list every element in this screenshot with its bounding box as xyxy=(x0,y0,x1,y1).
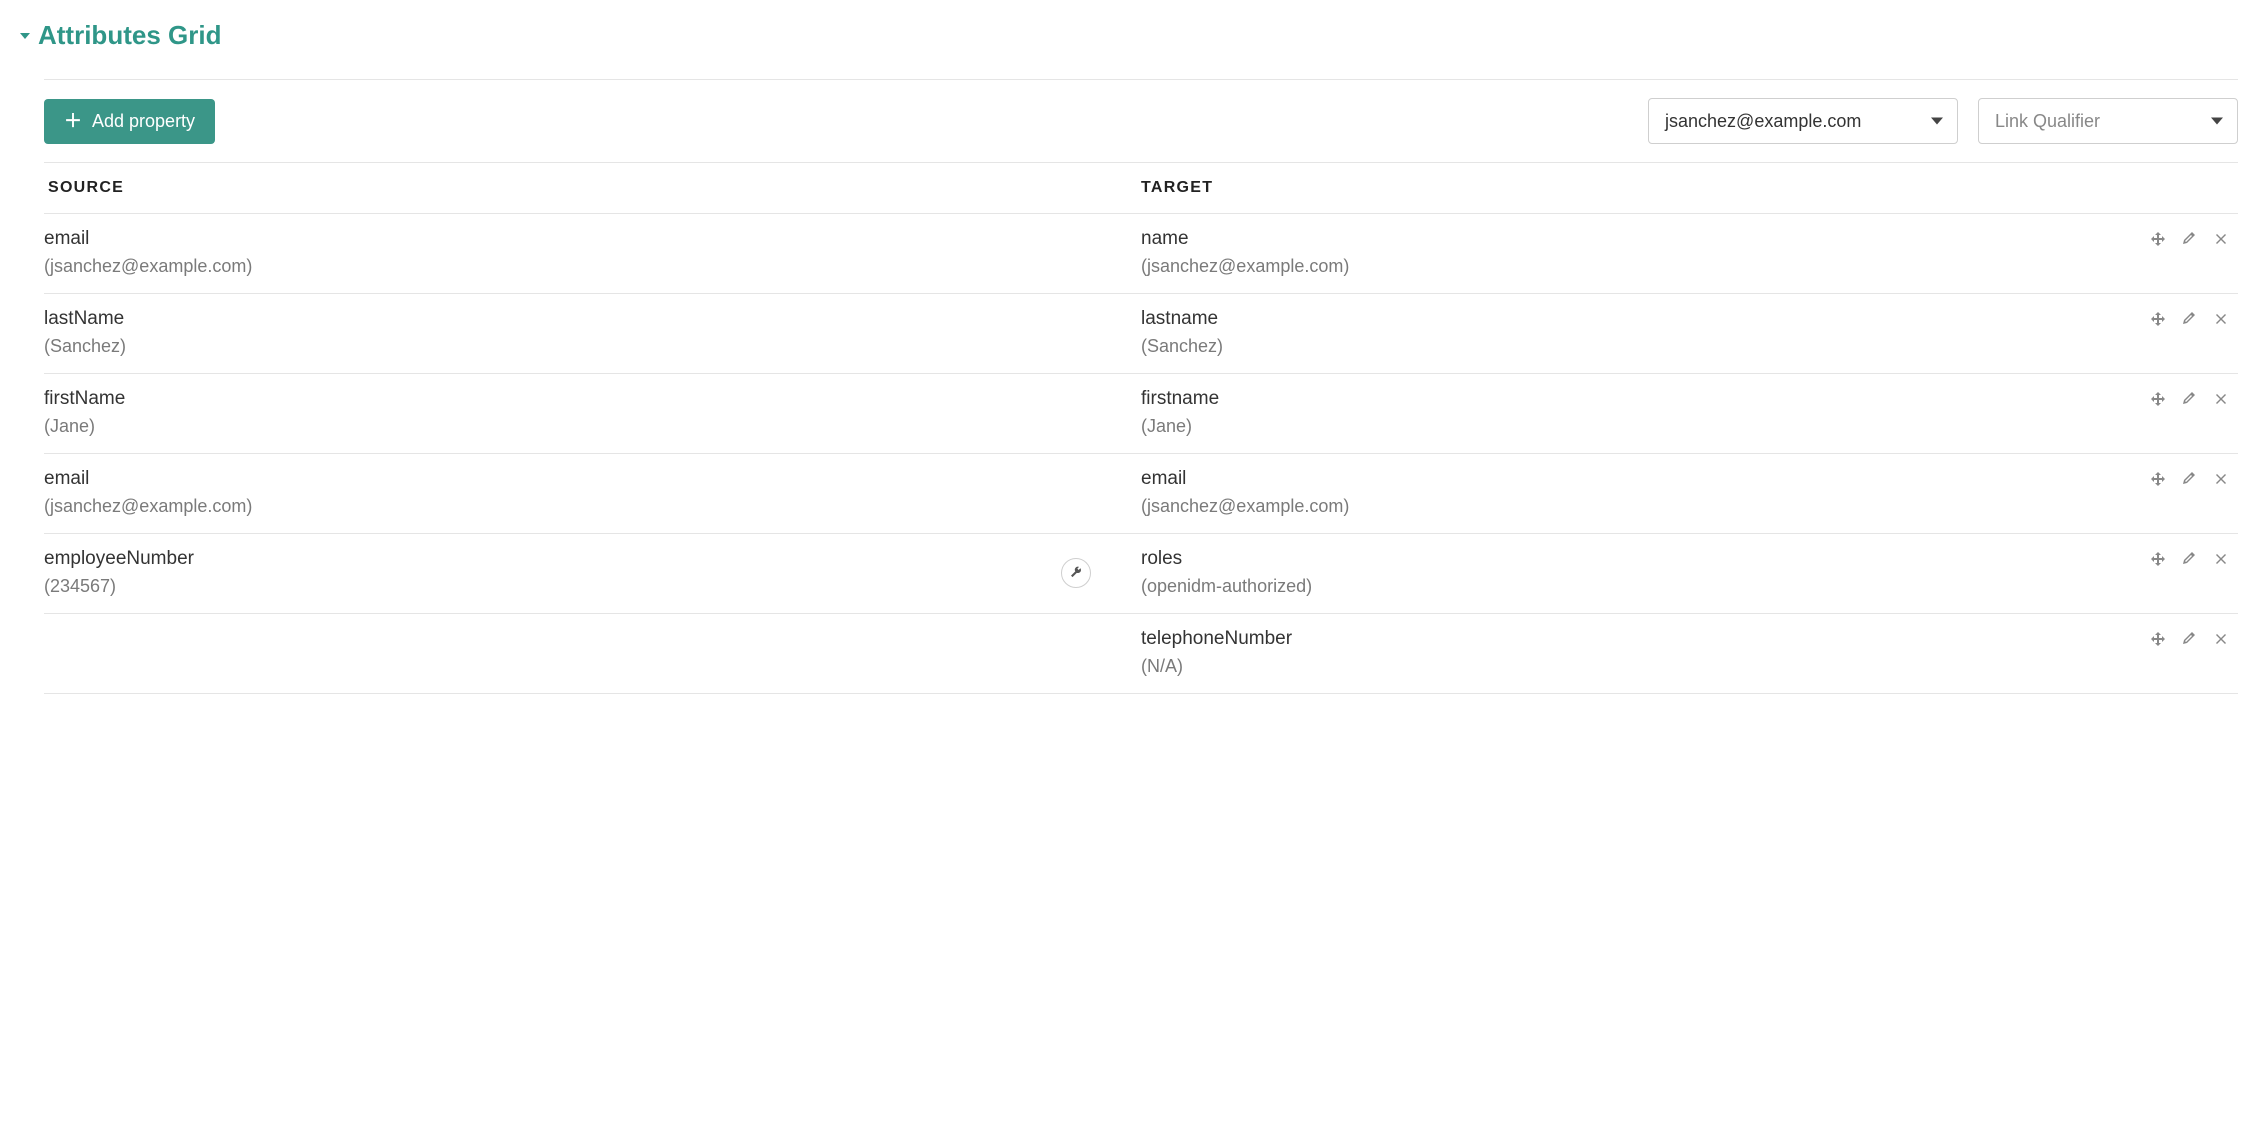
delete-button[interactable] xyxy=(2212,550,2230,568)
pencil-icon xyxy=(2181,231,2197,247)
target-attr-value: (Sanchez) xyxy=(1141,336,2062,357)
caret-down-icon xyxy=(20,33,30,39)
target-attr-value: (openidm-authorized) xyxy=(1141,576,2062,597)
pencil-icon xyxy=(2181,631,2197,647)
link-qualifier-select[interactable]: Link Qualifier xyxy=(1978,98,2238,144)
edit-button[interactable] xyxy=(2180,390,2198,408)
edit-button[interactable] xyxy=(2180,310,2198,328)
source-attr-name: lastName xyxy=(44,308,1141,330)
source-attr-value: (jsanchez@example.com) xyxy=(44,496,1141,517)
target-attr-value: (jsanchez@example.com) xyxy=(1141,256,2062,277)
move-icon xyxy=(2149,551,2165,567)
move-icon xyxy=(2149,391,2165,407)
target-attr-name: email xyxy=(1141,468,2062,490)
target-attr-name: firstname xyxy=(1141,388,2062,410)
table-row[interactable]: email(jsanchez@example.com)name(jsanchez… xyxy=(44,214,2238,294)
reorder-button[interactable] xyxy=(2148,390,2166,408)
pencil-icon xyxy=(2181,551,2197,567)
close-icon xyxy=(2213,311,2229,327)
source-attr-name: email xyxy=(44,468,1141,490)
add-property-button[interactable]: ＋ Add property xyxy=(44,99,215,144)
close-icon xyxy=(2213,471,2229,487)
delete-button[interactable] xyxy=(2212,470,2230,488)
target-attr-name: telephoneNumber xyxy=(1141,628,2062,650)
pencil-icon xyxy=(2181,471,2197,487)
plus-icon: ＋ xyxy=(64,112,82,130)
move-icon xyxy=(2149,231,2165,247)
table-row[interactable]: telephoneNumber (N/A) xyxy=(44,614,2238,694)
target-attr-value: (N/A) xyxy=(1141,656,2062,677)
chevron-down-icon xyxy=(2211,118,2223,125)
delete-button[interactable] xyxy=(2212,630,2230,648)
reorder-button[interactable] xyxy=(2148,630,2166,648)
section-toggle[interactable]: Attributes Grid xyxy=(20,20,2238,51)
table-row[interactable]: lastName(Sanchez)lastname(Sanchez) xyxy=(44,294,2238,374)
source-attr-name: firstName xyxy=(44,388,1141,410)
user-select-value: jsanchez@example.com xyxy=(1665,111,1861,132)
add-property-label: Add property xyxy=(92,111,195,132)
chevron-down-icon xyxy=(1931,118,1943,125)
reorder-button[interactable] xyxy=(2148,310,2166,328)
close-icon xyxy=(2213,551,2229,567)
close-icon xyxy=(2213,631,2229,647)
target-attr-value: (Jane) xyxy=(1141,416,2062,437)
delete-button[interactable] xyxy=(2212,310,2230,328)
source-attr-name: email xyxy=(44,228,1141,250)
pencil-icon xyxy=(2181,311,2197,327)
header-source: Source xyxy=(44,179,1141,197)
move-icon xyxy=(2149,471,2165,487)
pencil-icon xyxy=(2181,391,2197,407)
edit-button[interactable] xyxy=(2180,550,2198,568)
reorder-button[interactable] xyxy=(2148,230,2166,248)
source-attr-value: (Jane) xyxy=(44,416,1141,437)
target-attr-value: (jsanchez@example.com) xyxy=(1141,496,2062,517)
reorder-button[interactable] xyxy=(2148,470,2166,488)
move-icon xyxy=(2149,311,2165,327)
source-attr-name: employeeNumber xyxy=(44,548,1061,570)
target-attr-name: lastname xyxy=(1141,308,2062,330)
source-attr-value: (234567) xyxy=(44,576,1061,597)
user-select[interactable]: jsanchez@example.com xyxy=(1648,98,1958,144)
edit-button[interactable] xyxy=(2180,470,2198,488)
edit-button[interactable] xyxy=(2180,630,2198,648)
table-row[interactable]: employeeNumber (234567) roles (openidm-auth… xyxy=(44,534,2238,614)
edit-button[interactable] xyxy=(2180,230,2198,248)
move-icon xyxy=(2149,631,2165,647)
close-icon xyxy=(2213,391,2229,407)
grid-header: Source Target xyxy=(44,163,2238,214)
source-attr-value: (Sanchez) xyxy=(44,336,1141,357)
toolbar: ＋ Add property jsanchez@example.com Link… xyxy=(44,80,2238,163)
transform-button[interactable] xyxy=(1061,558,1091,588)
section-title: Attributes Grid xyxy=(38,20,221,51)
delete-button[interactable] xyxy=(2212,390,2230,408)
table-row[interactable]: email(jsanchez@example.com)email(jsanche… xyxy=(44,454,2238,534)
header-target: Target xyxy=(1141,179,2062,197)
target-attr-name: name xyxy=(1141,228,2062,250)
target-attr-name: roles xyxy=(1141,548,2062,570)
link-qualifier-placeholder: Link Qualifier xyxy=(1995,111,2100,132)
delete-button[interactable] xyxy=(2212,230,2230,248)
source-attr-value: (jsanchez@example.com) xyxy=(44,256,1141,277)
close-icon xyxy=(2213,231,2229,247)
reorder-button[interactable] xyxy=(2148,550,2166,568)
wrench-icon xyxy=(1069,566,1083,580)
table-row[interactable]: firstName(Jane)firstname(Jane) xyxy=(44,374,2238,454)
